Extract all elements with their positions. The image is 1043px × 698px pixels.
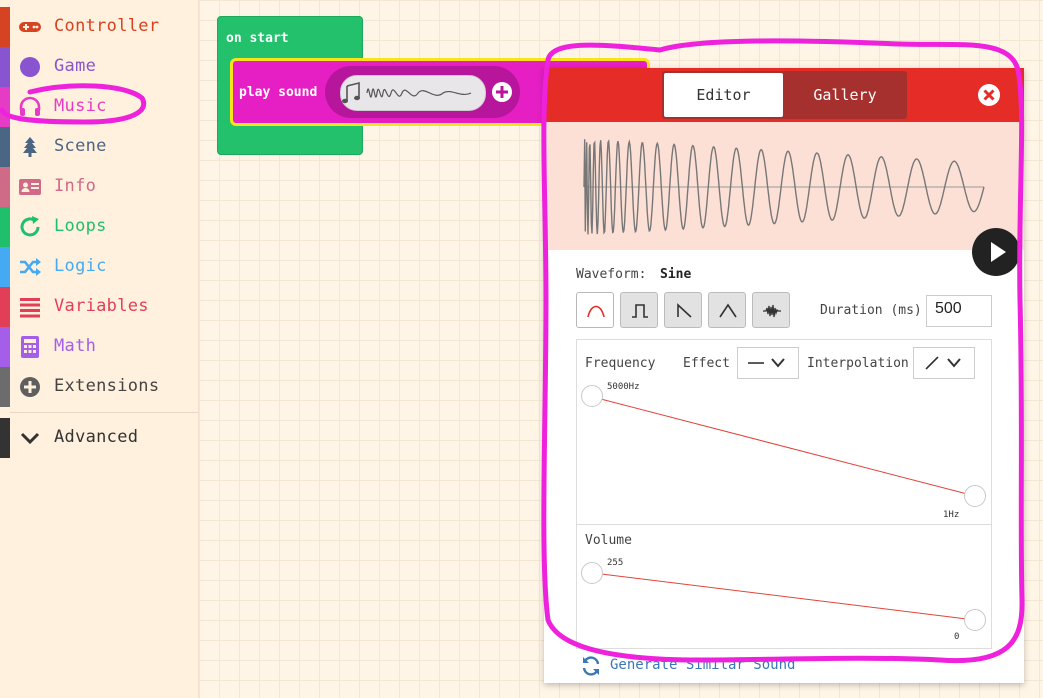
refresh-icon <box>582 656 600 676</box>
circle-icon <box>20 57 40 77</box>
category-color-bar <box>0 247 10 287</box>
tab-gallery-label: Gallery <box>813 86 877 104</box>
category-logic[interactable]: Logic <box>0 247 198 287</box>
generate-similar-sound-label: Generate Similar Sound <box>610 657 796 673</box>
shuffle-icon <box>20 258 41 276</box>
list-icon <box>20 298 40 318</box>
editor-tabs: Editor Gallery <box>662 71 907 119</box>
close-icon[interactable] <box>977 83 1001 107</box>
category-advanced[interactable]: Advanced <box>0 418 198 458</box>
category-label: Scene <box>54 136 107 156</box>
triangle-wave-icon <box>719 303 737 318</box>
volume-curve <box>592 572 976 621</box>
frequency-curve <box>592 396 976 497</box>
category-label: Loops <box>54 216 107 236</box>
sine-wave-icon <box>587 305 605 318</box>
category-variables[interactable]: Variables <box>0 287 198 327</box>
category-controller[interactable]: Controller <box>0 7 198 47</box>
waveform-value: Sine <box>660 267 692 282</box>
toolbox: Controller Game Music Scene Info Loops L… <box>0 0 199 698</box>
sawtooth-wave-icon <box>677 303 692 318</box>
on-start-label: on start <box>226 31 289 46</box>
waveform-preview <box>544 122 1024 250</box>
category-label: Variables <box>54 296 149 316</box>
headphones-icon <box>19 96 41 116</box>
tree-icon <box>23 137 37 157</box>
tab-gallery[interactable]: Gallery <box>785 73 905 117</box>
volume-end-value: 0 <box>954 632 960 642</box>
category-math[interactable]: Math <box>0 327 198 367</box>
id-card-icon <box>19 179 41 195</box>
category-game[interactable]: Game <box>0 47 198 87</box>
waveform-triangle-button[interactable] <box>708 292 746 328</box>
sound-editor-popup: Editor Gallery Waveform: Sine Duration (… <box>544 68 1024 683</box>
noise-wave-icon <box>763 304 781 318</box>
volume-end-handle[interactable] <box>964 609 986 631</box>
frequency-start-handle[interactable] <box>581 385 603 407</box>
duration-label: Duration (ms) <box>820 303 922 318</box>
category-label: Game <box>54 56 97 76</box>
waveform-label: Waveform: <box>576 267 647 282</box>
plus-circle-icon <box>20 377 40 397</box>
frequency-graph[interactable]: Frequency Effect Interpolation 5000Hz 1H… <box>576 339 992 525</box>
play-icon[interactable] <box>972 228 1020 276</box>
category-color-bar <box>0 287 10 327</box>
refresh-icon <box>20 216 40 237</box>
category-label: Advanced <box>54 427 139 447</box>
waveform-noise-button[interactable] <box>752 292 790 328</box>
category-scene[interactable]: Scene <box>0 127 198 167</box>
category-loops[interactable]: Loops <box>0 207 198 247</box>
category-label: Extensions <box>54 376 160 396</box>
sound-field-preview[interactable] <box>340 75 486 111</box>
waveform-sawtooth-button[interactable] <box>664 292 702 328</box>
square-wave-icon <box>632 304 648 318</box>
toolbox-divider <box>10 412 198 413</box>
frequency-end-value: 1Hz <box>943 510 960 520</box>
music-note-icon <box>342 81 472 104</box>
tab-editor-label: Editor <box>696 86 751 104</box>
calculator-icon <box>21 336 39 358</box>
waveform-sine-button[interactable] <box>576 292 614 328</box>
add-parameter-icon[interactable] <box>491 81 513 103</box>
sound-editor-header: Editor Gallery <box>544 68 1024 122</box>
category-color-bar <box>0 47 10 87</box>
category-info[interactable]: Info <box>0 167 198 207</box>
volume-graph[interactable]: Volume 255 0 <box>576 525 992 649</box>
category-extensions[interactable]: Extensions <box>0 367 198 407</box>
play-sound-label: play sound <box>239 85 318 100</box>
volume-start-handle[interactable] <box>581 562 603 584</box>
category-label: Logic <box>54 256 107 276</box>
category-label: Controller <box>54 16 160 36</box>
category-color-bar <box>0 167 10 207</box>
generate-similar-sound-button[interactable]: Generate Similar Sound <box>580 655 820 677</box>
category-music[interactable]: Music <box>0 87 198 127</box>
category-label: Music <box>54 96 107 116</box>
category-color-bar <box>0 87 10 127</box>
duration-input[interactable]: 500 <box>926 295 992 327</box>
waveform-square-button[interactable] <box>620 292 658 328</box>
category-color-bar <box>0 207 10 247</box>
category-label: Info <box>54 176 97 196</box>
category-color-bar <box>0 7 10 47</box>
gamepad-icon <box>19 22 41 32</box>
category-color-bar <box>0 127 10 167</box>
frequency-end-handle[interactable] <box>964 485 986 507</box>
category-color-bar <box>0 327 10 367</box>
category-color-bar <box>0 367 10 407</box>
category-label: Math <box>54 336 97 356</box>
chevron-down-icon <box>20 432 40 445</box>
waveform-preview-graphic <box>583 138 985 235</box>
category-color-bar <box>0 418 10 458</box>
tab-editor[interactable]: Editor <box>664 73 783 117</box>
